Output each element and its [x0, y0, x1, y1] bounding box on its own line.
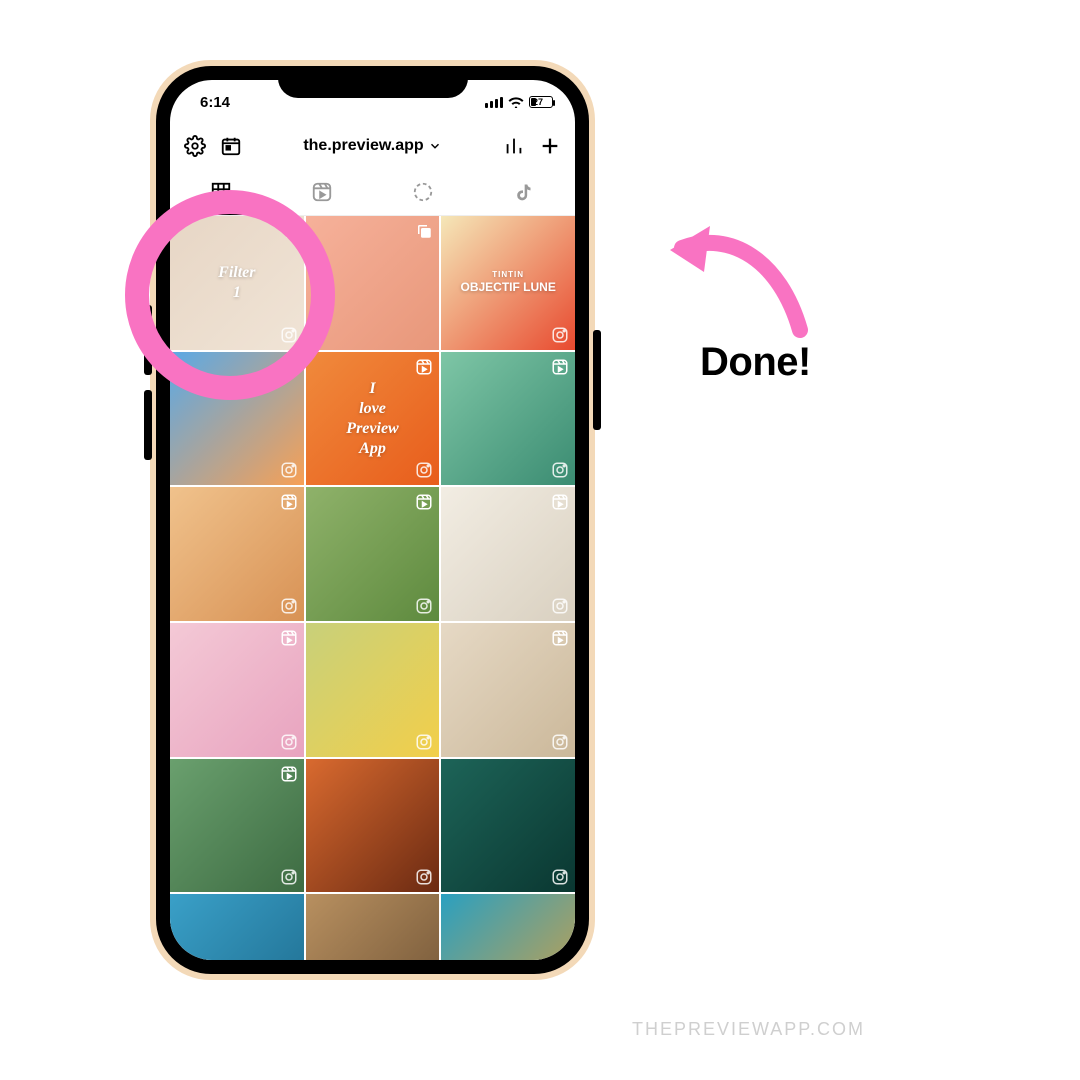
- tab-grid[interactable]: [170, 168, 271, 215]
- chevron-down-icon: [428, 139, 442, 153]
- instagram-badge-icon: [280, 326, 298, 344]
- watermark: THEPREVIEWAPP.COM: [632, 1019, 865, 1040]
- done-label: Done!: [700, 340, 811, 385]
- reels-icon: [311, 181, 333, 203]
- post-item[interactable]: [170, 894, 304, 960]
- instagram-badge-icon: [551, 326, 569, 344]
- phone-frame: 6:14 27: [150, 60, 595, 980]
- post-item[interactable]: [306, 216, 440, 350]
- phone-screen: 6:14 27: [170, 80, 575, 960]
- signal-icon: [485, 97, 503, 108]
- post-item[interactable]: [306, 759, 440, 893]
- feed-grid[interactable]: Filter1 TINTINOBJECTIF LUNEIlovePreviewAp…: [170, 216, 575, 960]
- post-item[interactable]: [170, 759, 304, 893]
- username-label: the.preview.app: [303, 137, 423, 155]
- phone-volume-up: [144, 305, 152, 375]
- post-image: [170, 894, 304, 960]
- reel-badge-icon: [280, 493, 298, 511]
- tab-reels[interactable]: [271, 168, 372, 215]
- reel-badge-icon: [551, 629, 569, 647]
- arrow-annotation: [660, 200, 820, 350]
- plus-icon[interactable]: [539, 135, 561, 157]
- reel-badge-icon: [415, 493, 433, 511]
- stories-circle-icon: [412, 181, 434, 203]
- post-item[interactable]: [441, 623, 575, 757]
- post-item[interactable]: [441, 894, 575, 960]
- carousel-badge-icon: [415, 222, 433, 240]
- post-item[interactable]: [170, 623, 304, 757]
- phone-silence-switch: [144, 240, 152, 275]
- post-item[interactable]: IlovePreviewApp: [306, 352, 440, 486]
- calendar-icon[interactable]: [220, 135, 242, 157]
- username-dropdown[interactable]: the.preview.app: [303, 137, 441, 155]
- instagram-badge-icon: [280, 868, 298, 886]
- post-item[interactable]: [306, 487, 440, 621]
- post-item[interactable]: [441, 759, 575, 893]
- post-item[interactable]: [441, 352, 575, 486]
- post-item[interactable]: [170, 352, 304, 486]
- instagram-badge-icon: [280, 733, 298, 751]
- tab-tiktok[interactable]: [474, 168, 575, 215]
- instagram-badge-icon: [280, 461, 298, 479]
- tab-stories[interactable]: [373, 168, 474, 215]
- instagram-badge-icon: [551, 868, 569, 886]
- battery-pct: 27: [533, 97, 543, 107]
- wifi-icon: [508, 96, 524, 108]
- gear-icon[interactable]: [184, 135, 206, 157]
- carousel-badge-icon: [280, 222, 298, 240]
- reel-badge-icon: [415, 358, 433, 376]
- post-item[interactable]: [306, 623, 440, 757]
- post-image: [441, 894, 575, 960]
- instagram-badge-icon: [551, 733, 569, 751]
- post-item[interactable]: [306, 894, 440, 960]
- reel-badge-icon: [551, 358, 569, 376]
- instagram-badge-icon: [551, 461, 569, 479]
- status-right: 27: [485, 96, 553, 108]
- instagram-badge-icon: [415, 868, 433, 886]
- phone-bezel: 6:14 27: [156, 66, 589, 974]
- instagram-badge-icon: [415, 597, 433, 615]
- phone-volume-down: [144, 390, 152, 460]
- post-image: [306, 894, 440, 960]
- instagram-badge-icon: [280, 597, 298, 615]
- post-item[interactable]: [170, 487, 304, 621]
- feed-tabs: [170, 168, 575, 216]
- reel-badge-icon: [280, 629, 298, 647]
- reel-badge-icon: [551, 493, 569, 511]
- phone-notch: [278, 66, 468, 98]
- grid-icon: [210, 181, 232, 203]
- reel-badge-icon: [280, 765, 298, 783]
- instagram-badge-icon: [551, 597, 569, 615]
- battery-icon: 27: [529, 96, 553, 108]
- post-item[interactable]: [441, 487, 575, 621]
- app-header: the.preview.app: [170, 124, 575, 168]
- tiktok-icon: [514, 182, 534, 202]
- post-item[interactable]: Filter1: [170, 216, 304, 350]
- status-time: 6:14: [200, 94, 230, 111]
- post-item[interactable]: TINTINOBJECTIF LUNE: [441, 216, 575, 350]
- instagram-badge-icon: [415, 461, 433, 479]
- phone-power-button: [593, 330, 601, 430]
- instagram-badge-icon: [415, 733, 433, 751]
- stats-icon[interactable]: [503, 135, 525, 157]
